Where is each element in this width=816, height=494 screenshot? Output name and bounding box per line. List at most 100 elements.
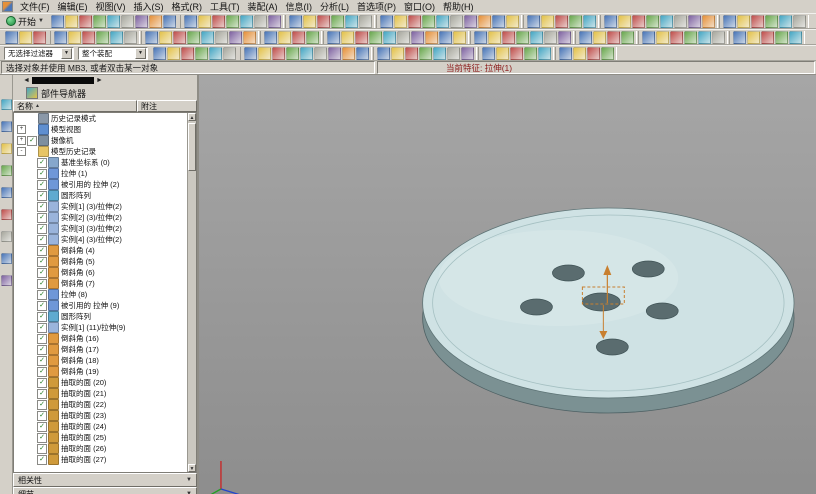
menu-item[interactable]: 文件(F) — [16, 0, 54, 13]
toolbar-icon[interactable] — [201, 31, 214, 44]
toolbar-icon[interactable] — [258, 47, 271, 60]
menu-item[interactable]: 编辑(E) — [54, 0, 92, 13]
tree-row[interactable]: ✓ 拉伸 (8) — [14, 289, 196, 300]
toolbar-icon[interactable] — [331, 15, 344, 28]
toolbar-icon[interactable] — [327, 31, 340, 44]
menu-item[interactable]: 插入(S) — [130, 0, 168, 13]
slider-bar[interactable] — [32, 77, 94, 84]
menu-item[interactable]: 首选项(P) — [353, 0, 400, 13]
resource-tab-icon[interactable] — [1, 275, 12, 286]
toolbar-icon[interactable] — [303, 15, 316, 28]
toolbar-icon[interactable] — [93, 15, 106, 28]
toolbar-icon[interactable] — [5, 31, 18, 44]
toolbar-icon[interactable] — [292, 31, 305, 44]
toolbar-icon[interactable] — [82, 31, 95, 44]
toolbar-icon[interactable] — [723, 15, 736, 28]
toolbar-icon[interactable] — [447, 47, 460, 60]
toolbar-icon[interactable] — [215, 31, 228, 44]
tree-row[interactable]: ✓ 倒斜角 (17) — [14, 344, 196, 355]
section-dependencies[interactable]: 相关性 ▼ — [13, 473, 197, 487]
toolbar-icon[interactable] — [65, 15, 78, 28]
toolbar-icon[interactable] — [240, 15, 253, 28]
tree-scrollbar[interactable]: ▲ ▼ — [187, 113, 196, 472]
toolbar-icon[interactable] — [369, 31, 382, 44]
section-details[interactable]: 细节 ▼ — [13, 487, 197, 494]
feature-checkbox[interactable]: ✓ — [37, 433, 47, 443]
toolbar-icon[interactable] — [419, 47, 432, 60]
toolbar-icon[interactable] — [698, 31, 711, 44]
toolbar-icon[interactable] — [229, 31, 242, 44]
toolbar-icon[interactable] — [607, 31, 620, 44]
toolbar-icon[interactable] — [167, 47, 180, 60]
toolbar-icon[interactable] — [226, 15, 239, 28]
tree-row[interactable]: ✓ 历史记录模式 — [14, 113, 196, 124]
toolbar-icon[interactable] — [656, 31, 669, 44]
toolbar-icon[interactable] — [516, 31, 529, 44]
tree-row[interactable]: ✓ 倒斜角 (7) — [14, 278, 196, 289]
toolbar-icon[interactable] — [450, 15, 463, 28]
resource-tab-icon[interactable] — [1, 165, 12, 176]
tree-row[interactable]: ✓ 抽取的面 (24) — [14, 421, 196, 432]
toolbar-icon[interactable] — [579, 31, 592, 44]
feature-checkbox[interactable]: ✓ — [37, 323, 47, 333]
menu-item[interactable]: 帮助(H) — [439, 0, 478, 13]
resource-tab-icon[interactable] — [1, 99, 12, 110]
toolbar-icon[interactable] — [544, 31, 557, 44]
toolbar-icon[interactable] — [670, 31, 683, 44]
toolbar-icon[interactable] — [524, 47, 537, 60]
toolbar-icon[interactable] — [453, 31, 466, 44]
feature-checkbox[interactable]: ✓ — [37, 169, 47, 179]
feature-checkbox[interactable]: ✓ — [37, 367, 47, 377]
toolbar-icon[interactable] — [688, 15, 701, 28]
slider-left-arrow-icon[interactable]: ◄ — [23, 76, 30, 85]
toolbar-icon[interactable] — [601, 47, 614, 60]
tree-row[interactable]: + ✓ 摄像机 — [14, 135, 196, 146]
feature-checkbox[interactable]: ✓ — [37, 312, 47, 322]
toolbar-icon[interactable] — [510, 47, 523, 60]
tree-row[interactable]: ✓ 抽取的面 (21) — [14, 388, 196, 399]
tree-row[interactable]: ✓ 抽取的面 (22) — [14, 399, 196, 410]
toolbar-icon[interactable] — [422, 15, 435, 28]
resource-tab-icon[interactable] — [1, 209, 12, 220]
selection-scope-combo[interactable]: 整个装配 ▼ — [78, 47, 148, 60]
tree-row[interactable]: ✓ 实例[2] (3)/拉伸(2) — [14, 212, 196, 223]
toolbar-icon[interactable] — [405, 47, 418, 60]
hole[interactable] — [582, 293, 620, 311]
toolbar-icon[interactable] — [359, 15, 372, 28]
toolbar-icon[interactable] — [660, 15, 673, 28]
toolbar-icon[interactable] — [317, 15, 330, 28]
toolbar-icon[interactable] — [355, 31, 368, 44]
toolbar-icon[interactable] — [474, 31, 487, 44]
feature-checkbox[interactable]: ✓ — [37, 400, 47, 410]
toolbar-icon[interactable] — [593, 31, 606, 44]
expand-toggle[interactable]: - — [17, 147, 26, 156]
expand-toggle[interactable]: + — [17, 125, 26, 134]
toolbar-icon[interactable] — [737, 15, 750, 28]
toolbar-icon[interactable] — [124, 31, 137, 44]
toolbar-icon[interactable] — [184, 15, 197, 28]
feature-checkbox[interactable]: ✓ — [37, 213, 47, 223]
resource-tab-icon[interactable] — [1, 121, 12, 132]
toolbar-icon[interactable] — [394, 15, 407, 28]
toolbar-icon[interactable] — [541, 15, 554, 28]
toolbar-icon[interactable] — [173, 31, 186, 44]
hole[interactable] — [552, 265, 584, 281]
toolbar-icon[interactable] — [345, 15, 358, 28]
expand-toggle[interactable]: + — [17, 136, 26, 145]
toolbar-icon[interactable] — [391, 47, 404, 60]
toolbar-icon[interactable] — [436, 15, 449, 28]
tree-row[interactable]: ✓ 抽取的面 (27) — [14, 454, 196, 465]
feature-checkbox[interactable]: ✓ — [37, 422, 47, 432]
toolbar-icon[interactable] — [530, 31, 543, 44]
tree-row[interactable]: ✓ 倒斜角 (16) — [14, 333, 196, 344]
feature-checkbox[interactable]: ✓ — [37, 378, 47, 388]
toolbar-icon[interactable] — [383, 31, 396, 44]
toolbar-icon[interactable] — [433, 47, 446, 60]
tree-row[interactable]: - ✓ 模型历史记录 — [14, 146, 196, 157]
toolbar-icon[interactable] — [587, 47, 600, 60]
feature-checkbox[interactable]: ✓ — [27, 136, 37, 146]
toolbar-icon[interactable] — [195, 47, 208, 60]
toolbar-icon[interactable] — [779, 15, 792, 28]
tree-row[interactable]: ✓ 实例[3] (3)/拉伸(2) — [14, 223, 196, 234]
feature-checkbox[interactable]: ✓ — [37, 180, 47, 190]
